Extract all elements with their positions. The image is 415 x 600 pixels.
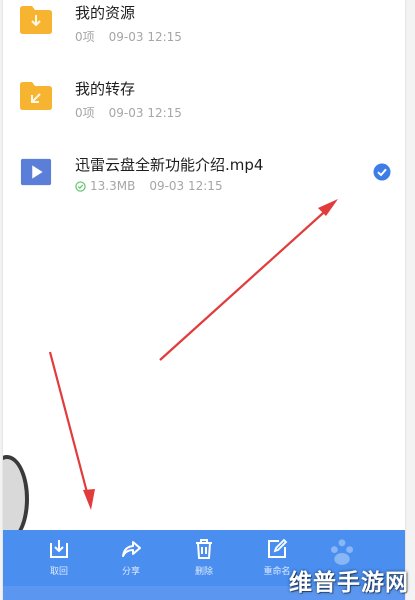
file-meta: 0项 09-03 12:15 <box>75 104 182 121</box>
edit-icon <box>268 538 288 558</box>
video-play-icon <box>20 158 52 186</box>
file-date: 09-03 12:15 <box>149 179 223 193</box>
share-button[interactable]: 分享 <box>106 538 156 588</box>
file-name: 迅雷云盘全新功能介绍.mp4 <box>75 156 264 174</box>
rename-label: 重命名 <box>263 567 291 577</box>
file-row-my-resources[interactable]: 我的资源 0项 09-03 12:15 <box>3 0 405 74</box>
file-name: 我的转存 <box>75 80 136 98</box>
synced-check-icon <box>75 180 86 192</box>
download-label: 取回 <box>49 567 68 577</box>
file-meta: 13.3MB 09-03 12:15 <box>75 179 223 193</box>
file-date: 09-03 12:15 <box>108 105 182 120</box>
folder-import-icon <box>20 82 52 110</box>
file-size: 13.3MB <box>90 179 136 193</box>
folder-download-icon <box>20 6 52 34</box>
download-icon <box>50 540 68 558</box>
share-label: 分享 <box>121 567 140 577</box>
file-row-my-transfers[interactable]: 我的转存 0项 09-03 12:15 <box>3 74 405 148</box>
delete-button[interactable]: 删除 <box>179 538 229 588</box>
delete-label: 删除 <box>194 567 213 577</box>
file-name: 我的资源 <box>75 4 136 22</box>
file-date: 09-03 12:15 <box>108 29 182 44</box>
file-count: 0项 <box>75 106 95 120</box>
share-icon <box>122 541 141 557</box>
download-button[interactable]: 取回 <box>34 538 84 588</box>
trash-icon <box>196 539 212 559</box>
site-watermark: 维普手游网 <box>289 570 409 596</box>
file-row-video[interactable]: 迅雷云盘全新功能介绍.mp4 13.3MB 09-03 12:15 <box>3 148 405 222</box>
phone-screen: 我的资源 0项 09-03 12:15 我的转存 0项 09-03 12:15 … <box>3 0 405 600</box>
file-count: 0项 <box>75 30 95 44</box>
selected-check-icon[interactable] <box>373 163 391 181</box>
file-meta: 0项 09-03 12:15 <box>75 28 182 45</box>
